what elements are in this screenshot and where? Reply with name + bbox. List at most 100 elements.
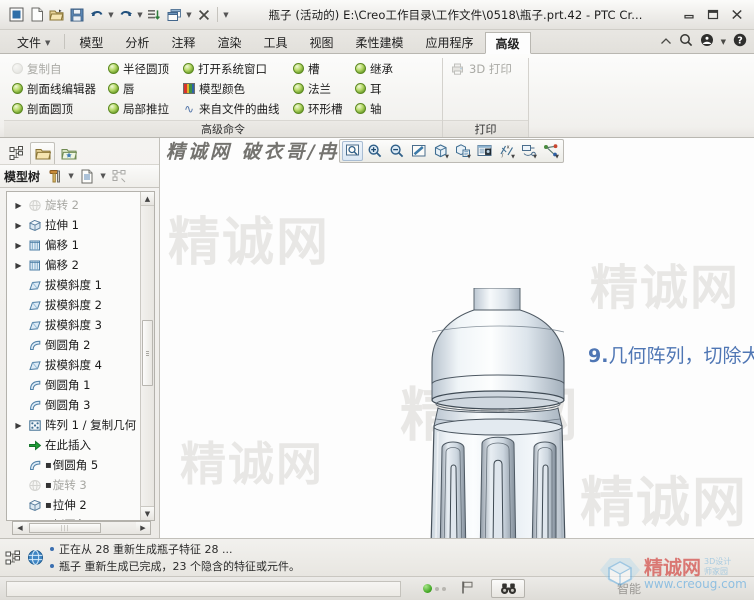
ribbon-item-slot[interactable]: 槽 <box>290 59 348 78</box>
expand-arrow-icon[interactable]: ▶ <box>13 201 24 210</box>
tree-item[interactable]: ▶拔模斜度 2 <box>7 295 140 315</box>
app-menu-icon[interactable] <box>7 5 26 24</box>
tab-file[interactable]: 文件 ▼ <box>6 31 61 53</box>
tree-display-caret-icon[interactable]: ▼ <box>99 172 107 180</box>
tree-item[interactable]: ▶▪拉伸 2 <box>7 495 140 515</box>
ribbon-item-inherit[interactable]: 继承 <box>352 59 400 78</box>
save-icon[interactable] <box>67 5 86 24</box>
account-icon[interactable] <box>700 33 714 50</box>
tree-item[interactable]: ▶ 偏移 1 <box>7 235 140 255</box>
tree-settings-caret-icon[interactable]: ▼ <box>67 172 75 180</box>
tree-item[interactable]: ▶拔模斜度 1 <box>7 275 140 295</box>
close-button[interactable] <box>729 8 744 22</box>
datum-display-icon[interactable]: x / ▼ <box>496 141 517 161</box>
scroll-track[interactable] <box>141 206 154 506</box>
favorites-tab[interactable] <box>56 142 81 164</box>
tab-model[interactable]: 模型 <box>68 31 114 53</box>
tree-vertical-scrollbar[interactable]: ▲ ▼ <box>140 192 154 520</box>
scroll-down-button[interactable]: ▼ <box>141 506 154 520</box>
minimize-button[interactable] <box>681 8 696 22</box>
tree-item[interactable]: ▶倒圆角 1 <box>7 375 140 395</box>
hscroll-thumb[interactable] <box>29 523 102 533</box>
scroll-left-button[interactable]: ◀ <box>13 522 27 534</box>
tree-horizontal-scrollbar[interactable]: ◀ ▶ <box>12 521 151 535</box>
tree-item[interactable]: ▶在此插入 <box>7 435 140 455</box>
expand-arrow-icon[interactable]: ▶ <box>13 241 24 250</box>
restore-button[interactable] <box>705 8 720 22</box>
redo-icon[interactable] <box>116 5 135 24</box>
tab-view[interactable]: 视图 <box>298 31 344 53</box>
tree-display-icon[interactable] <box>78 167 96 185</box>
zoom-in-icon[interactable] <box>364 141 385 161</box>
ribbon-item-copy-from[interactable]: 复制自 <box>9 59 101 78</box>
tree-item[interactable]: ▶▪倒圆角 6 <box>7 515 140 520</box>
scroll-up-button[interactable]: ▲ <box>141 192 154 206</box>
message-log-icon[interactable] <box>3 548 22 567</box>
tab-tools[interactable]: 工具 <box>252 31 298 53</box>
tab-advanced[interactable]: 高级 <box>484 32 531 54</box>
tab-applications[interactable]: 应用程序 <box>415 31 485 53</box>
redo-caret-icon[interactable]: ▼ <box>136 5 144 24</box>
zoom-out-icon[interactable] <box>386 141 407 161</box>
tree-item[interactable]: ▶ 拉伸 1 <box>7 215 140 235</box>
tree-item[interactable]: ▶倒圆角 2 <box>7 335 140 355</box>
ribbon-item-model-color[interactable]: 模型颜色 <box>180 79 286 98</box>
tab-flexible-modeling[interactable]: 柔性建模 <box>345 31 415 53</box>
display-style-icon[interactable] <box>474 141 495 161</box>
scroll-right-button[interactable]: ▶ <box>136 522 150 534</box>
model-tree-tab[interactable] <box>4 142 29 164</box>
search-icon[interactable] <box>679 33 693 50</box>
tree-item[interactable]: ▶ 旋转 2 <box>7 195 140 215</box>
tree-filter-icon[interactable] <box>110 167 128 185</box>
hscroll-track[interactable] <box>27 522 136 534</box>
regenerate-icon[interactable] <box>145 5 164 24</box>
ribbon-item-3d-print[interactable]: 3D 打印 <box>448 59 517 78</box>
appearance-gallery-icon[interactable]: ▼ <box>540 141 561 161</box>
refit-icon[interactable] <box>342 141 363 161</box>
tree-item[interactable]: ▶▪倒圆角 5 <box>7 455 140 475</box>
undo-icon[interactable] <box>87 5 106 24</box>
collapse-ribbon-icon[interactable] <box>660 35 672 49</box>
tree-settings-icon[interactable] <box>46 167 64 185</box>
tree-item[interactable]: ▶拔模斜度 3 <box>7 315 140 335</box>
tree-item[interactable]: ▶倒圆角 3 <box>7 395 140 415</box>
tree-item[interactable]: ▶ 阵列 1 / 复制几何 <box>7 415 140 435</box>
tree-item[interactable]: ▶▪旋转 3 <box>7 475 140 495</box>
find-button[interactable] <box>491 579 525 598</box>
tab-analysis[interactable]: 分析 <box>114 31 160 53</box>
ribbon-item-curve-from-file[interactable]: ∿ 来自文件的曲线 <box>180 99 286 118</box>
folder-browser-tab[interactable] <box>30 142 55 164</box>
ribbon-item-hatch-editor[interactable]: 剖面线编辑器 <box>9 79 101 98</box>
customize-qat-icon[interactable]: ▼ <box>222 5 230 24</box>
undo-caret-icon[interactable]: ▼ <box>107 5 115 24</box>
web-browser-icon[interactable] <box>26 548 45 567</box>
ribbon-item-ring-slot[interactable]: 环形槽 <box>290 99 348 118</box>
ribbon-item-flange[interactable]: 法兰 <box>290 79 348 98</box>
bottle-3d-model[interactable] <box>412 287 592 538</box>
tab-render[interactable]: 渲染 <box>206 31 252 53</box>
ribbon-item-ear[interactable]: 耳 <box>352 79 400 98</box>
view-manager-icon[interactable]: ▼ <box>452 141 473 161</box>
expand-arrow-icon[interactable]: ▶ <box>13 221 24 230</box>
open-file-icon[interactable] <box>47 5 66 24</box>
ribbon-item-section-dome[interactable]: 剖面圆顶 <box>9 99 101 118</box>
window-switch-icon[interactable] <box>165 5 184 24</box>
help-icon[interactable]: ? <box>733 33 747 50</box>
ribbon-item-shaft[interactable]: 轴 <box>352 99 400 118</box>
ribbon-item-lip[interactable]: 唇 <box>105 79 176 98</box>
window-caret-icon[interactable]: ▼ <box>185 5 193 24</box>
tree-item[interactable]: ▶拔模斜度 4 <box>7 355 140 375</box>
close-window-icon[interactable] <box>194 5 213 24</box>
ribbon-item-open-system-window[interactable]: 打开系统窗口 <box>180 59 286 78</box>
ribbon-item-local-push[interactable]: 局部推拉 <box>105 99 176 118</box>
saved-orientations-icon[interactable]: ▼ <box>430 141 451 161</box>
tree-item[interactable]: ▶ 偏移 2 <box>7 255 140 275</box>
annotation-display-icon[interactable]: ▼ <box>518 141 539 161</box>
expand-arrow-icon[interactable]: ▶ <box>13 421 24 430</box>
flag-icon[interactable] <box>460 580 475 598</box>
ribbon-item-radius-dome[interactable]: 半径圆顶 <box>105 59 176 78</box>
account-caret-icon[interactable]: ▼ <box>721 38 726 46</box>
tab-annotate[interactable]: 注释 <box>160 31 206 53</box>
expand-arrow-icon[interactable]: ▶ <box>13 261 24 270</box>
new-file-icon[interactable] <box>27 5 46 24</box>
